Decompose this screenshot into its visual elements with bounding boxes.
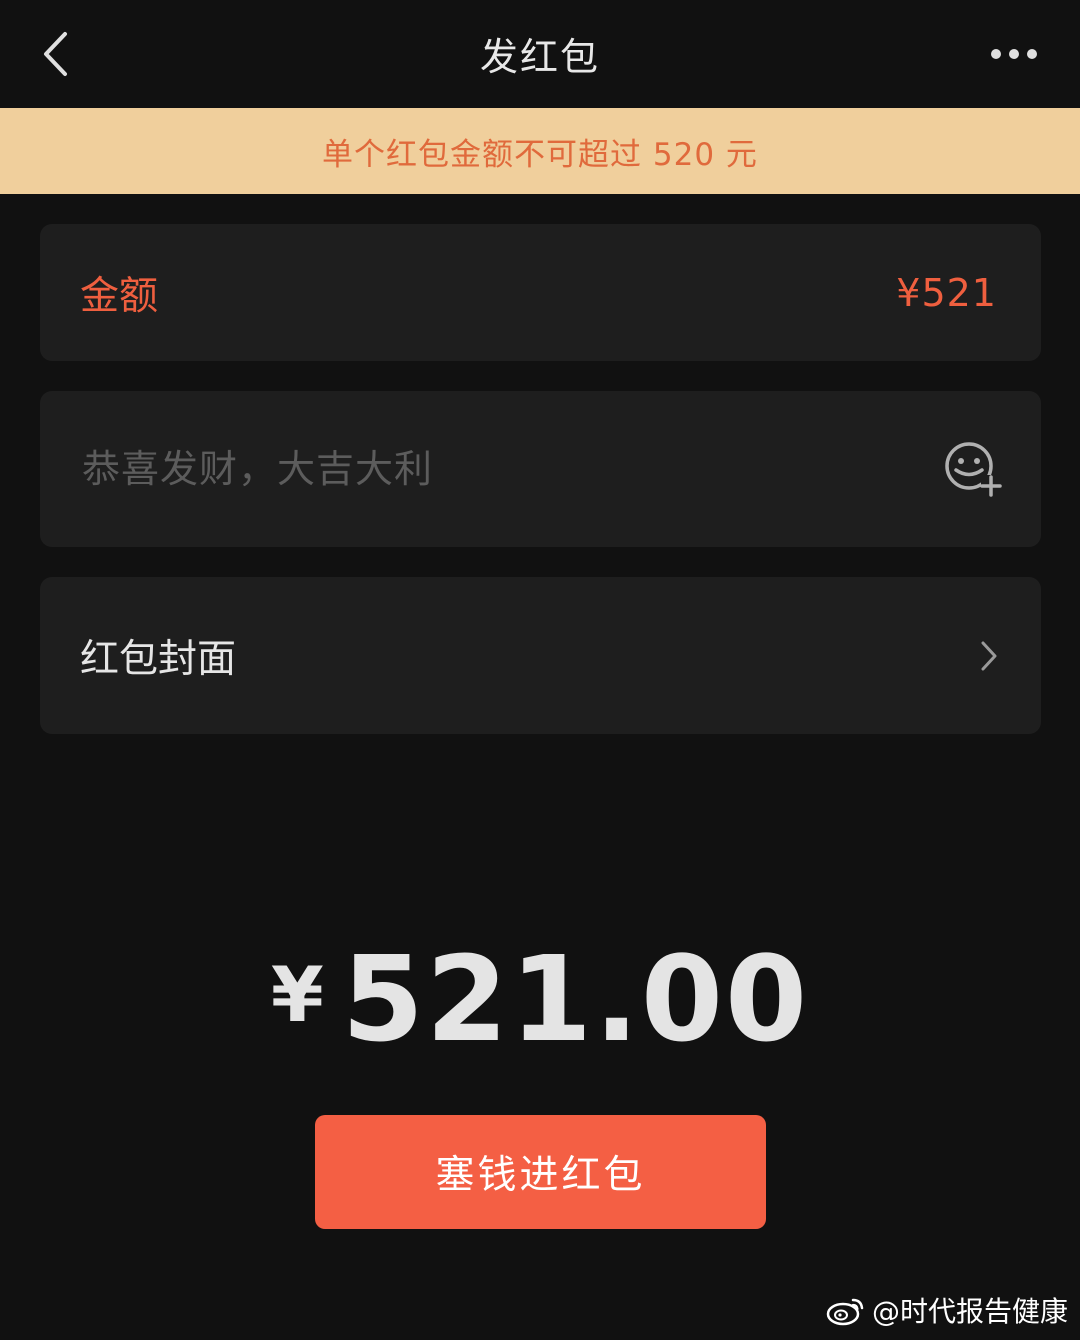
emoji-button[interactable] xyxy=(943,439,1003,499)
page-title: 发红包 xyxy=(479,35,600,79)
greeting-message-input[interactable] xyxy=(80,438,884,500)
cover-label: 红包封面 xyxy=(80,636,237,682)
weibo-logo-icon xyxy=(826,1298,864,1326)
more-button[interactable] xyxy=(984,34,1044,74)
total-amount: 521.00 xyxy=(341,930,810,1068)
navigation-bar: 发红包 xyxy=(0,0,1080,108)
send-red-packet-button[interactable]: 塞钱进红包 xyxy=(315,1115,766,1229)
amount-input[interactable] xyxy=(695,269,999,316)
watermark-text: @时代报告健康 xyxy=(871,1295,1068,1328)
emoji-add-icon xyxy=(945,442,1002,497)
total-amount-display: ¥521.00 xyxy=(0,930,1080,1068)
watermark: @时代报告健康 xyxy=(826,1290,1068,1330)
message-card xyxy=(40,391,1041,547)
red-packet-cover-row[interactable]: 红包封面 xyxy=(40,577,1041,734)
limit-notice-banner: 单个红包金额不可超过 520 元 xyxy=(0,108,1080,194)
chevron-right-icon xyxy=(981,641,997,670)
currency-symbol: ¥ xyxy=(270,950,324,1039)
amount-card: 金额 xyxy=(40,224,1041,361)
more-dots-icon xyxy=(991,49,1037,59)
amount-label: 金额 xyxy=(80,273,159,319)
